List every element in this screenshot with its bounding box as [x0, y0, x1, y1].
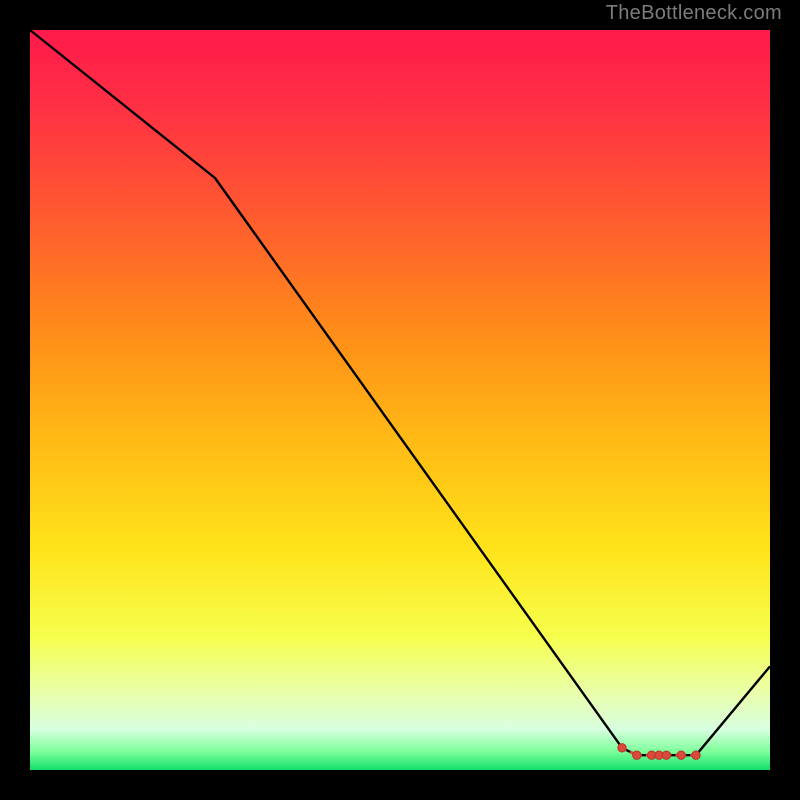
marker-dot	[692, 751, 700, 759]
chart-canvas	[0, 0, 800, 800]
marker-dot	[633, 751, 641, 759]
marker-dot	[618, 744, 626, 752]
marker-dot	[662, 751, 670, 759]
plot-background	[30, 30, 770, 770]
marker-dot	[677, 751, 685, 759]
watermark-text: TheBottleneck.com	[606, 2, 782, 25]
chart-container: TheBottleneck.com	[0, 0, 800, 800]
